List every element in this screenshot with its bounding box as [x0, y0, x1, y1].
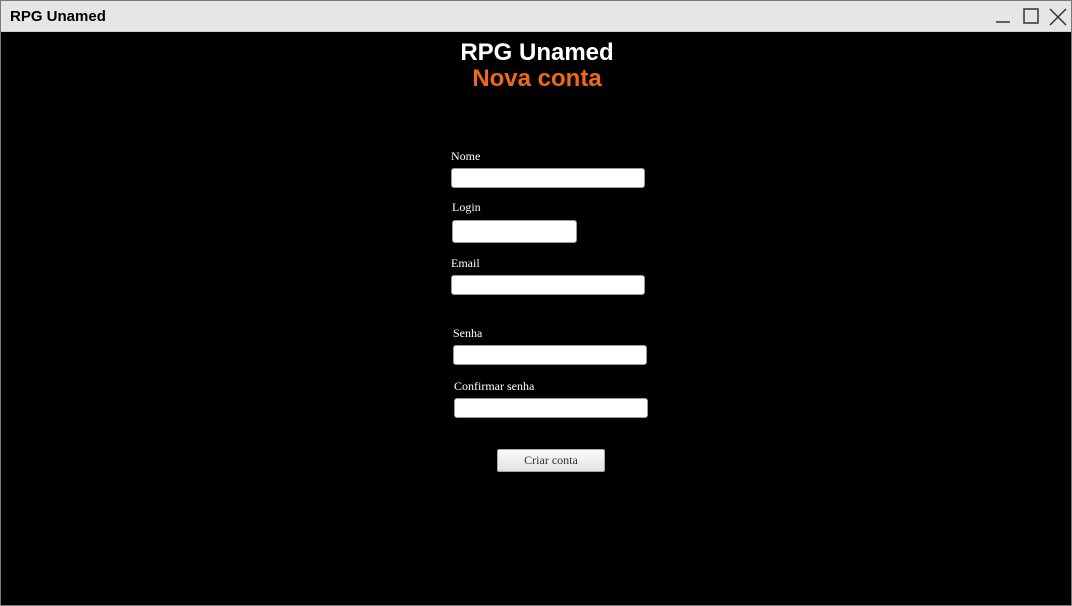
confirmar-senha-label: Confirmar senha [454, 379, 535, 393]
title-bar: RPG Unamed [1, 1, 1071, 32]
senha-label: Senha [453, 326, 483, 340]
login-input[interactable] [452, 220, 577, 243]
criar-conta-button[interactable]: Criar conta [497, 449, 605, 472]
window-title: RPG Unamed [10, 8, 106, 25]
senha-input[interactable] [453, 345, 647, 365]
page-title: RPG Unamed [460, 39, 614, 66]
close-icon[interactable] [1048, 7, 1067, 26]
nome-label: Nome [451, 149, 481, 163]
login-label: Login [452, 200, 481, 214]
page-subtitle: Nova conta [472, 65, 602, 92]
maximize-icon[interactable] [1022, 7, 1040, 25]
confirmar-senha-input[interactable] [454, 398, 648, 418]
email-label: Email [451, 256, 480, 270]
nome-input[interactable] [451, 168, 645, 188]
minimize-icon[interactable] [994, 7, 1012, 25]
email-input[interactable] [451, 275, 645, 295]
app-window: RPG Unamed RPG Unamed Nova conta Nome Lo… [0, 0, 1072, 606]
